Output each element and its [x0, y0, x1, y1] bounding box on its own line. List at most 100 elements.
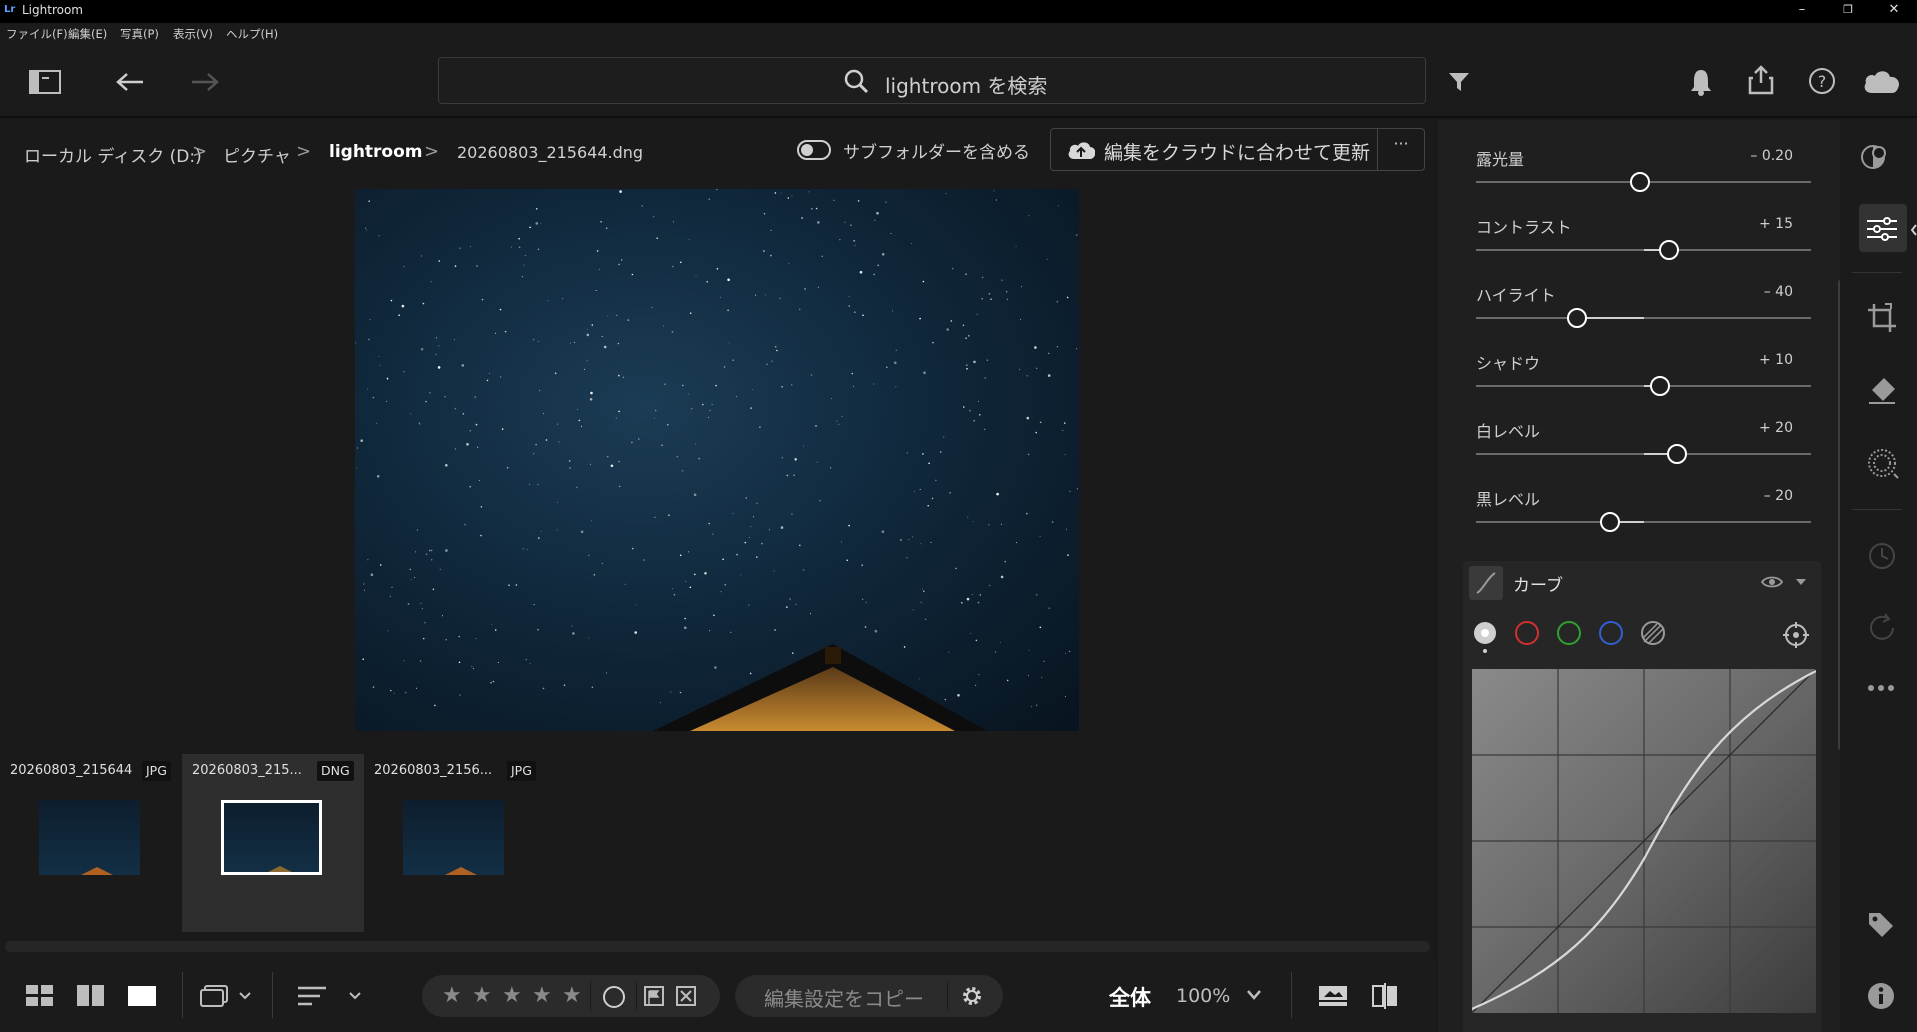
stack-icon[interactable] [200, 984, 256, 1008]
rating-star[interactable]: ★ [532, 983, 552, 1008]
filmstrip-scrollbar[interactable] [5, 941, 1430, 952]
minimize-button[interactable]: – [1779, 0, 1825, 23]
collapse-chevron-icon[interactable] [1795, 578, 1807, 586]
slider-track[interactable] [1476, 521, 1811, 523]
menu-edit[interactable]: 編集(E) [68, 26, 107, 42]
rating-star[interactable]: ★ [562, 983, 582, 1008]
breadcrumb-item-folder[interactable]: lightroom [329, 142, 423, 162]
unflag-circle-icon[interactable] [602, 985, 626, 1009]
filmstrip-thumbnail [221, 800, 322, 875]
pick-flag-icon[interactable] [644, 986, 666, 1008]
slider-value[interactable]: – 40 [1764, 284, 1793, 300]
sync-cloud-label: 編集をクラウドに合わせて更新 [1104, 142, 1371, 164]
breadcrumb: ローカル ディスク (D:) > ピクチャ > lightroom > 2026… [0, 120, 1435, 186]
slider-value[interactable]: + 20 [1759, 420, 1793, 436]
sync-cloud-button[interactable]: 編集をクラウドに合わせて更新 ··· [1050, 128, 1425, 171]
chevron-down-icon[interactable] [1246, 989, 1262, 1001]
rating-star[interactable]: ★ [442, 983, 462, 1008]
rating-flag-group: ★ ★ ★ ★ ★ [422, 975, 720, 1017]
divider [1852, 509, 1902, 510]
copy-settings-button[interactable]: 編集設定をコピー [764, 983, 924, 1012]
help-icon[interactable]: ? [1808, 67, 1836, 95]
restore-button[interactable]: ❐ [1825, 0, 1871, 23]
menu-view[interactable]: 表示(V) [173, 26, 213, 42]
zoom-level[interactable]: 100% [1176, 985, 1230, 1007]
tone-curve-graph[interactable] [1472, 669, 1816, 1013]
more-options-button[interactable]: ··· [1377, 134, 1425, 153]
gear-icon[interactable] [960, 984, 984, 1008]
masking-icon[interactable] [1867, 448, 1899, 480]
forward-arrow-icon[interactable] [190, 71, 220, 93]
slider-fill [1576, 317, 1644, 319]
slider-value[interactable]: – 0.20 [1750, 148, 1793, 164]
detail-view-icon[interactable] [128, 986, 156, 1006]
filmstrip: 20260803_215644 JPG 20260803_215... DNG … [0, 748, 1435, 958]
filmstrip-item[interactable]: 20260803_2156... JPG [364, 754, 546, 932]
slider-label: 黒レベル [1476, 490, 1541, 509]
filmstrip-thumbnail [39, 800, 140, 875]
breadcrumb-separator: > [296, 141, 312, 162]
point-curve-channel[interactable] [1471, 620, 1499, 654]
green-channel[interactable] [1555, 620, 1583, 648]
crop-icon[interactable] [1867, 303, 1897, 333]
presets-icon[interactable] [1859, 143, 1887, 171]
parametric-curve-icon[interactable] [1639, 620, 1667, 648]
slider-thumb[interactable] [1650, 376, 1671, 396]
filmstrip-item-selected[interactable]: 20260803_215... DNG [182, 754, 364, 932]
edit-sliders-icon[interactable] [1867, 217, 1897, 241]
target-adjust-icon[interactable] [1783, 622, 1809, 648]
slider-thumb[interactable] [1658, 240, 1679, 260]
svg-text:?: ? [1818, 72, 1827, 91]
reset-icon[interactable] [1867, 613, 1897, 643]
slider-thumb[interactable] [1566, 308, 1587, 328]
grid-view-icon[interactable] [26, 985, 54, 1007]
subfolder-toggle-label: サブフォルダーを含める [843, 143, 1030, 163]
menu-help[interactable]: ヘルプ(H) [226, 26, 278, 42]
menu-file[interactable]: ファイル(F) [6, 26, 68, 42]
slider-track[interactable] [1476, 317, 1811, 319]
bell-icon[interactable] [1690, 68, 1712, 96]
view-fit-button[interactable]: 全体 [1109, 982, 1151, 1012]
breadcrumb-item-pictures[interactable]: ピクチャ [223, 142, 291, 167]
menu-photo[interactable]: 写真(P) [120, 26, 159, 42]
main-photo[interactable] [355, 189, 1079, 731]
bottom-toolbar: ★ ★ ★ ★ ★ 編集設定をコピー 全体 100% [0, 958, 1435, 1032]
rating-star[interactable]: ★ [502, 983, 522, 1008]
healing-eraser-icon[interactable] [1867, 376, 1897, 404]
slider-thumb[interactable] [1630, 172, 1651, 192]
slider-value[interactable]: + 15 [1759, 216, 1793, 232]
filter-icon[interactable] [1448, 72, 1470, 92]
window-title: Lightroom [22, 3, 83, 17]
eye-icon[interactable] [1761, 575, 1783, 589]
filmstrip-toggle-icon[interactable] [1318, 985, 1348, 1007]
share-icon[interactable] [1748, 65, 1774, 95]
slider-thumb[interactable] [1667, 444, 1687, 464]
slider-label: シャドウ [1476, 354, 1541, 373]
history-icon[interactable] [1867, 541, 1897, 571]
filmstrip-item[interactable]: 20260803_215644 JPG [0, 754, 182, 932]
slider-thumb[interactable] [1600, 512, 1620, 532]
breadcrumb-separator: > [192, 141, 208, 162]
tag-icon[interactable] [1867, 911, 1895, 939]
info-icon[interactable] [1867, 982, 1895, 1010]
breadcrumb-item-drive[interactable]: ローカル ディスク (D:) [24, 142, 202, 167]
panel-toggle-icon[interactable] [29, 70, 61, 94]
divider [1291, 972, 1292, 1018]
red-channel[interactable] [1513, 620, 1541, 648]
reject-flag-icon[interactable] [676, 986, 698, 1008]
blue-channel[interactable] [1597, 620, 1625, 648]
rating-star[interactable]: ★ [472, 983, 492, 1008]
sort-icon[interactable] [298, 984, 368, 1008]
close-button[interactable]: ✕ [1871, 0, 1917, 23]
subfolder-toggle[interactable] [797, 140, 831, 160]
slider-value[interactable]: + 10 [1759, 352, 1793, 368]
square-grid-view-icon[interactable] [77, 985, 105, 1007]
cloud-icon[interactable] [1862, 67, 1902, 95]
more-options-icon[interactable] [1868, 684, 1894, 692]
compare-view-icon[interactable] [1371, 983, 1399, 1009]
breadcrumb-separator: > [424, 141, 440, 162]
divider [272, 972, 273, 1018]
search-box[interactable]: lightroom を検索 [438, 57, 1426, 104]
slider-value[interactable]: – 20 [1764, 488, 1793, 504]
back-arrow-icon[interactable] [115, 71, 145, 93]
